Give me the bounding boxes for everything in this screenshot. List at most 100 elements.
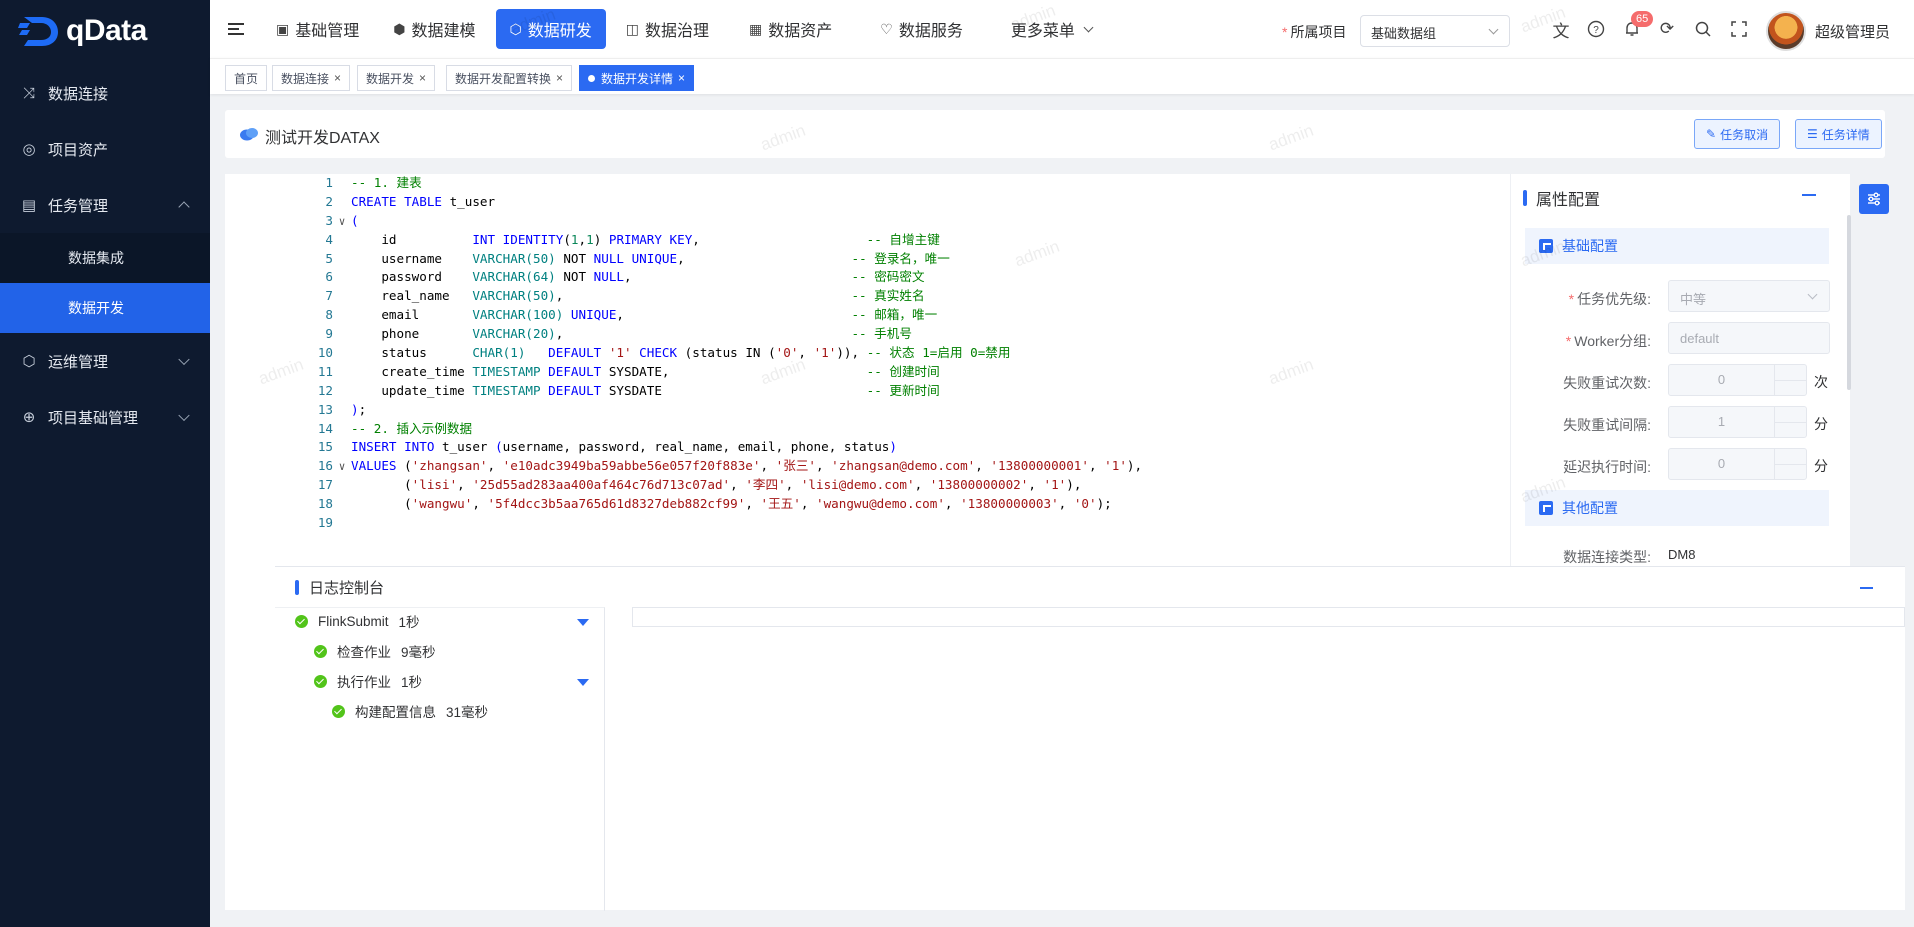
line-number: 12 <box>317 382 333 398</box>
tab-development-detail[interactable]: 数据开发详情 × <box>579 65 695 91</box>
logo[interactable]: qData <box>0 0 210 62</box>
code-token: VARCHAR(20) <box>472 326 556 342</box>
stepper-buttons[interactable] <box>1774 407 1807 437</box>
log-left-spacer <box>225 566 275 910</box>
bell-icon[interactable]: 65 <box>1621 11 1654 40</box>
minimize-icon[interactable] <box>1802 194 1816 196</box>
delay-stepper[interactable]: 0 <box>1668 448 1807 480</box>
code-line[interactable]: 19 <box>276 514 1510 533</box>
cancel-task-button[interactable]: ✎ 任务取消 <box>1694 119 1781 149</box>
caret-down-icon[interactable] <box>577 619 589 626</box>
other-config-section[interactable]: 其他配置 <box>1525 490 1829 526</box>
basic-config-section[interactable]: 基础配置 <box>1525 228 1829 264</box>
retry-times-stepper[interactable]: 0 <box>1668 364 1807 396</box>
log-output[interactable] <box>632 607 1905 627</box>
code-line[interactable]: 13 ); <box>276 401 1510 420</box>
stepper-buttons[interactable] <box>1774 449 1807 479</box>
code-line[interactable]: 14 -- 2. 插入示例数据 <box>276 420 1510 439</box>
code-line[interactable]: 10 status CHAR(1) DEFAULT '1' CHECK (sta… <box>276 344 1510 363</box>
code-line[interactable]: 6 password VARCHAR(64) NOT NULL, -- 密码密文 <box>276 268 1510 287</box>
nav-data-development[interactable]: ⬡ 数据研发 <box>495 9 606 49</box>
sidebar-item-project-basics[interactable]: ⊕ 项目基础管理 <box>0 389 210 445</box>
props-scrollbar[interactable] <box>1847 215 1851 390</box>
priority-select[interactable]: 中等 <box>1668 280 1830 312</box>
project-select[interactable]: 基础数据组 <box>1360 15 1510 47</box>
asset-doc-icon: ▦ <box>749 20 763 37</box>
retry-interval-stepper[interactable]: 1 <box>1668 406 1807 438</box>
search-icon[interactable] <box>1692 18 1714 40</box>
sidebar-item-project-assets[interactable]: ◎ 项目资产 <box>0 121 210 177</box>
help-icon[interactable]: ? <box>1585 18 1607 40</box>
priority-value: 中等 <box>1680 292 1707 307</box>
nav-basic-management[interactable]: ▣ 基础管理 <box>262 9 373 49</box>
code-line[interactable]: 3 ∨( <box>276 212 1510 231</box>
code-line[interactable]: 16 ∨ VALUES ('zhangsan', 'e10adc3949ba59ab… <box>276 457 1510 476</box>
code-token: ( <box>351 477 412 493</box>
stepper-buttons[interactable] <box>1774 365 1807 395</box>
settings-toggle-button[interactable] <box>1859 184 1889 214</box>
tab-label: 首页 <box>234 71 259 86</box>
fullscreen-icon[interactable] <box>1728 18 1750 40</box>
close-icon[interactable]: × <box>678 71 685 85</box>
editor-gutter-spacer <box>225 174 276 566</box>
code-line[interactable]: 8 email VARCHAR(100) UNIQUE, -- 邮箱，唯一 <box>276 306 1510 325</box>
code-line[interactable]: 17 ('lisi', '25d55ad283aa400af464c76d713… <box>276 476 1510 495</box>
code-token: -- 手机号 <box>851 326 912 342</box>
code-line[interactable]: 11 create_time TIMESTAMP DEFAULT SYSDATE… <box>276 363 1510 382</box>
minimize-icon[interactable] <box>1860 587 1873 589</box>
log-node-execute-job[interactable]: 执行作业 1秒 <box>314 670 422 692</box>
nav-data-governance[interactable]: ◫ 数据治理 <box>612 9 723 49</box>
sidebar-item-task-management[interactable]: ▤ 任务管理 <box>0 177 210 233</box>
menu-toggle-icon[interactable] <box>228 20 244 38</box>
fold-chevron-icon[interactable]: ∨ <box>333 213 351 232</box>
nav-label: 数据建模 <box>411 23 476 40</box>
priority-label: * 任务优先级: <box>1568 291 1651 307</box>
code-line[interactable]: 15 INSERT INTO t_user (username, passwor… <box>276 438 1510 457</box>
task-detail-button[interactable]: ☰ 任务详情 <box>1795 119 1882 149</box>
code-line[interactable]: 2 CREATE TABLE t_user <box>276 193 1510 212</box>
line-number: 2 <box>325 193 333 209</box>
tab-config-conversion[interactable]: 数据开发配置转换 × <box>446 65 573 91</box>
close-icon[interactable]: × <box>556 71 563 85</box>
code-line[interactable]: 18 ('wangwu', '5f4dcc3b5aa765d61d8327deb… <box>276 495 1510 514</box>
success-icon <box>314 644 327 658</box>
sidebar-item-ops-management[interactable]: ⬡ 运维管理 <box>0 333 210 389</box>
nav-data-service[interactable]: ♡ 数据服务 <box>866 9 977 49</box>
code-token: ) <box>351 401 359 417</box>
user-name[interactable]: 超级管理员 <box>1815 21 1890 42</box>
code-line[interactable]: 12 update_time TIMESTAMP DEFAULT SYSDATE… <box>276 382 1510 401</box>
tags-view: 首页 数据连接 × 数据开发 × 数据开发配置转换 × 数据开发详情 × <box>210 58 1914 94</box>
translate-icon[interactable]: 文 <box>1550 18 1572 41</box>
refresh-icon[interactable]: ⟳ <box>1656 18 1678 40</box>
code-editor[interactable]: 1 -- 1. 建表 2 CREATE TABLE t_user 3 ∨(4 id I… <box>225 174 1510 566</box>
code-line[interactable]: 9 phone VARCHAR(20), -- 手机号 <box>276 325 1510 344</box>
code-line[interactable]: 5 username VARCHAR(50) NOT NULL UNIQUE, … <box>276 250 1510 269</box>
tab-home[interactable]: 首页 <box>225 65 268 91</box>
nav-more-menu[interactable]: 更多菜单 <box>997 9 1106 49</box>
log-node-build-config[interactable]: 构建配置信息 31毫秒 <box>332 700 488 722</box>
tab-data-development[interactable]: 数据开发 × <box>357 65 436 91</box>
close-icon[interactable]: × <box>419 71 426 85</box>
sidebar-item-data-connection[interactable]: ⤨ 数据连接 <box>0 65 210 121</box>
worker-value: default <box>1680 331 1720 346</box>
sidebar-item-data-development[interactable]: 数据开发 <box>0 283 210 333</box>
tab-data-connection[interactable]: 数据连接 × <box>272 65 351 91</box>
code-text: VALUES ('zhangsan', 'e10adc3949ba59abbe5… <box>351 458 1142 473</box>
caret-down-icon[interactable] <box>577 679 589 686</box>
fold-chevron-icon[interactable]: ∨ <box>333 458 351 477</box>
code-token: , <box>616 307 852 323</box>
code-line[interactable]: 4 id INT IDENTITY(1,1) PRIMARY KEY, -- 自… <box>276 231 1510 250</box>
log-node-flinksubmit[interactable]: FlinkSubmit 1秒 <box>295 610 420 632</box>
sidebar-item-data-integration[interactable]: 数据集成 <box>0 233 210 283</box>
code-line[interactable]: 1 -- 1. 建表 <box>276 174 1510 193</box>
nav-data-modeling[interactable]: ⬢ 数据建模 <box>379 9 489 49</box>
log-node-check-job[interactable]: 检查作业 9毫秒 <box>314 640 436 662</box>
code-token: NULL <box>593 269 624 285</box>
code-line[interactable]: 7 real_name VARCHAR(50), -- 真实姓名 <box>276 287 1510 306</box>
close-icon[interactable]: × <box>334 71 341 85</box>
nav-data-assets[interactable]: ▦ 数据资产 <box>735 9 846 49</box>
worker-group-input[interactable]: default <box>1668 322 1830 354</box>
avatar[interactable] <box>1766 11 1806 51</box>
code-area[interactable]: 1 -- 1. 建表 2 CREATE TABLE t_user 3 ∨(4 id I… <box>276 174 1510 566</box>
